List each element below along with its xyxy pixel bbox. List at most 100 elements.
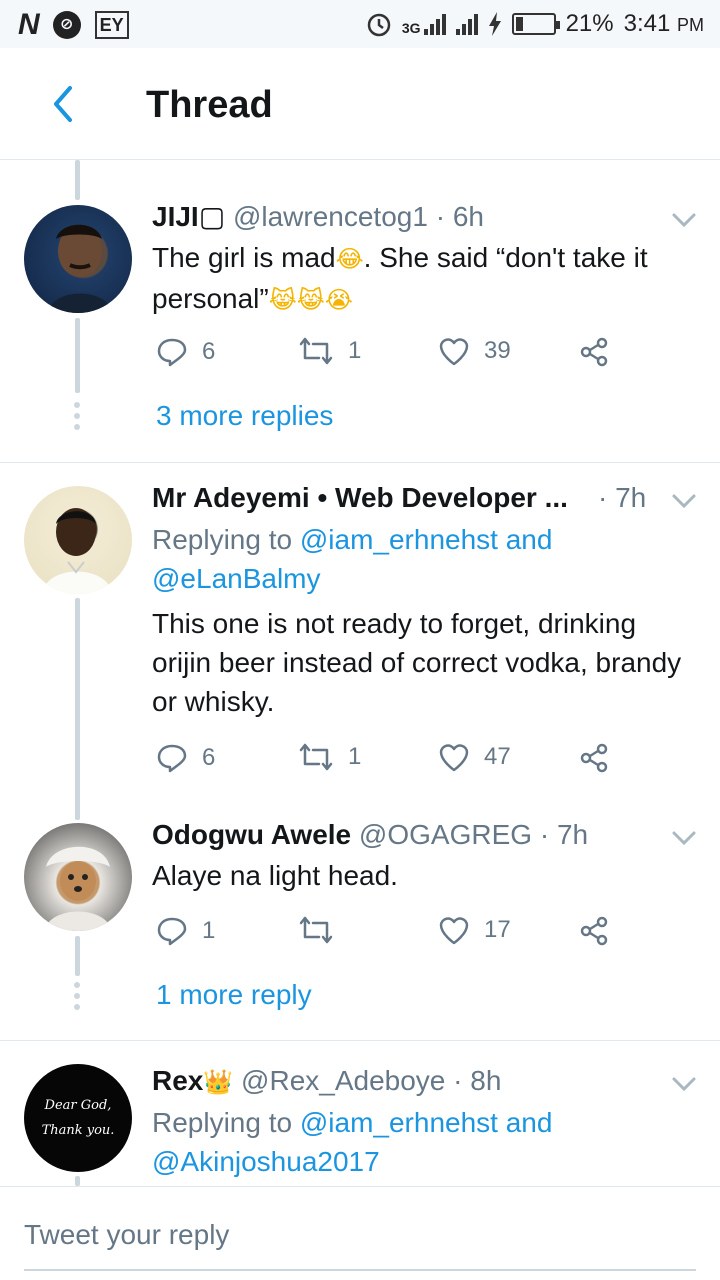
retweet-action[interactable]: 1 [298, 742, 361, 772]
reply-action[interactable]: 6 [156, 336, 215, 368]
reply-icon [157, 744, 187, 773]
like-count: 47 [484, 743, 511, 770]
retweet-action[interactable] [298, 915, 334, 945]
mention-link[interactable]: @iam_erhnehst [300, 524, 498, 555]
thread-dots [74, 982, 80, 1010]
thread-line [75, 936, 80, 976]
thread-line [75, 1176, 80, 1186]
avatar-dog-image [44, 846, 112, 931]
tweet-text: Alaye na light head. [152, 860, 398, 891]
reply-icon [157, 917, 187, 946]
crown-emoji: 👑 [203, 1068, 234, 1096]
mention-link[interactable]: @iam_erhnehst [300, 1107, 498, 1138]
reply-count: 6 [202, 744, 216, 771]
page-title: Thread [146, 84, 273, 126]
retweet-count: 1 [348, 743, 362, 770]
reply-input[interactable]: Tweet your reply [24, 1215, 229, 1255]
heart-icon [439, 744, 469, 772]
like-count: 39 [484, 337, 511, 364]
like-action[interactable]: 39 [438, 336, 511, 366]
name-glyph: ▢ [198, 201, 226, 232]
signal-2-icon [455, 13, 478, 35]
retweet-count: 1 [348, 337, 362, 364]
alarm-icon [367, 13, 391, 37]
share-action[interactable] [578, 742, 610, 774]
replying-to: Replying to @iam_erhnehst and @Akinjoshu… [152, 1107, 553, 1177]
tweet-text: The girl is mad😂. She said “don't take i… [152, 242, 648, 314]
chevron-down-icon[interactable] [670, 1074, 698, 1094]
avatar-portrait-image [42, 508, 112, 594]
share-icon [580, 743, 608, 773]
status-bar: N ⊘ EY 3G 21% 3:41 PM [0, 0, 720, 48]
blocked-icon: ⊘ [52, 11, 81, 39]
avatar-portrait-image [48, 224, 112, 313]
battery-percent: 21% [565, 10, 614, 37]
avatar[interactable] [24, 486, 132, 594]
heart-icon [439, 338, 469, 366]
mention-link[interactable]: @eLanBalmy [152, 563, 321, 594]
heart-icon [439, 917, 469, 945]
tweet-time: 6h [452, 201, 484, 232]
tweet-actions: 6 1 39 [152, 336, 632, 372]
tweet-actions: 6 1 47 [152, 742, 632, 778]
network-type: 3G [401, 20, 421, 36]
chevron-down-icon[interactable] [670, 828, 698, 848]
like-action[interactable]: 17 [438, 915, 511, 945]
reply-action[interactable]: 6 [156, 742, 215, 774]
avatar-text: Dear God, [44, 1098, 112, 1113]
user-name[interactable]: Odogwu Awele [152, 819, 351, 850]
reply-icon [157, 338, 187, 367]
like-action[interactable]: 47 [438, 742, 511, 772]
share-icon [580, 916, 608, 946]
retweet-icon [299, 743, 333, 771]
avatar-text: Thank you. [41, 1123, 115, 1138]
user-handle[interactable]: @lawrencetog1 [233, 201, 428, 232]
separator-dot: · [435, 201, 446, 232]
retweet-icon [299, 337, 333, 365]
tweet-time: · 7h [598, 482, 647, 513]
thread-dots [74, 402, 80, 430]
share-action[interactable] [578, 915, 610, 947]
user-handle[interactable]: @Rex_Adeboye [241, 1065, 445, 1096]
retweet-icon [299, 916, 333, 944]
thread-line [75, 160, 80, 200]
clock: 3:41 PM [623, 10, 704, 37]
separator-dot: · [539, 819, 550, 850]
avatar[interactable] [24, 823, 132, 931]
share-action[interactable] [578, 336, 610, 368]
divider [0, 1040, 720, 1041]
avatar[interactable] [24, 205, 132, 313]
input-underline [24, 1269, 696, 1271]
divider [0, 462, 720, 463]
user-name[interactable]: Rex [152, 1065, 203, 1096]
tweet-time: 7h [556, 819, 589, 850]
user-name[interactable]: JIJI [152, 201, 199, 232]
retweet-action[interactable]: 1 [298, 336, 361, 366]
back-arrow-icon[interactable] [44, 84, 84, 124]
reply-count: 6 [202, 338, 216, 365]
more-replies-link[interactable]: 1 more reply [156, 978, 312, 1012]
mention-link[interactable]: @Akinjoshua2017 [152, 1146, 380, 1177]
tweet-time: 8h [470, 1065, 502, 1096]
thread-line [75, 598, 80, 820]
tweet-text: This one is not ready to forget, drinkin… [152, 608, 682, 717]
header: Thread [0, 48, 720, 160]
chevron-down-icon[interactable] [670, 210, 698, 230]
signal-icon [423, 13, 446, 35]
more-replies-link[interactable]: 3 more replies [156, 399, 333, 433]
separator-dot: · [453, 1065, 463, 1096]
reply-action[interactable]: 1 [156, 915, 215, 947]
replying-to: Replying to @iam_erhnehst and @eLanBalmy [152, 524, 553, 594]
reply-composer[interactable]: Tweet your reply [0, 1186, 720, 1280]
user-name[interactable]: Mr Adeyemi • Web Developer ... [152, 482, 568, 513]
charging-icon [488, 12, 501, 36]
reply-count: 1 [202, 917, 216, 944]
avatar[interactable]: Dear God, Thank you. [24, 1064, 132, 1172]
ey-app-icon: EY [94, 11, 129, 39]
notification-n-icon: N [18, 8, 40, 41]
chevron-down-icon[interactable] [670, 491, 698, 511]
tweet-actions: 1 17 [152, 915, 632, 951]
share-icon [580, 337, 608, 367]
battery-icon [511, 13, 560, 35]
user-handle[interactable]: @OGAGREG [359, 819, 532, 850]
